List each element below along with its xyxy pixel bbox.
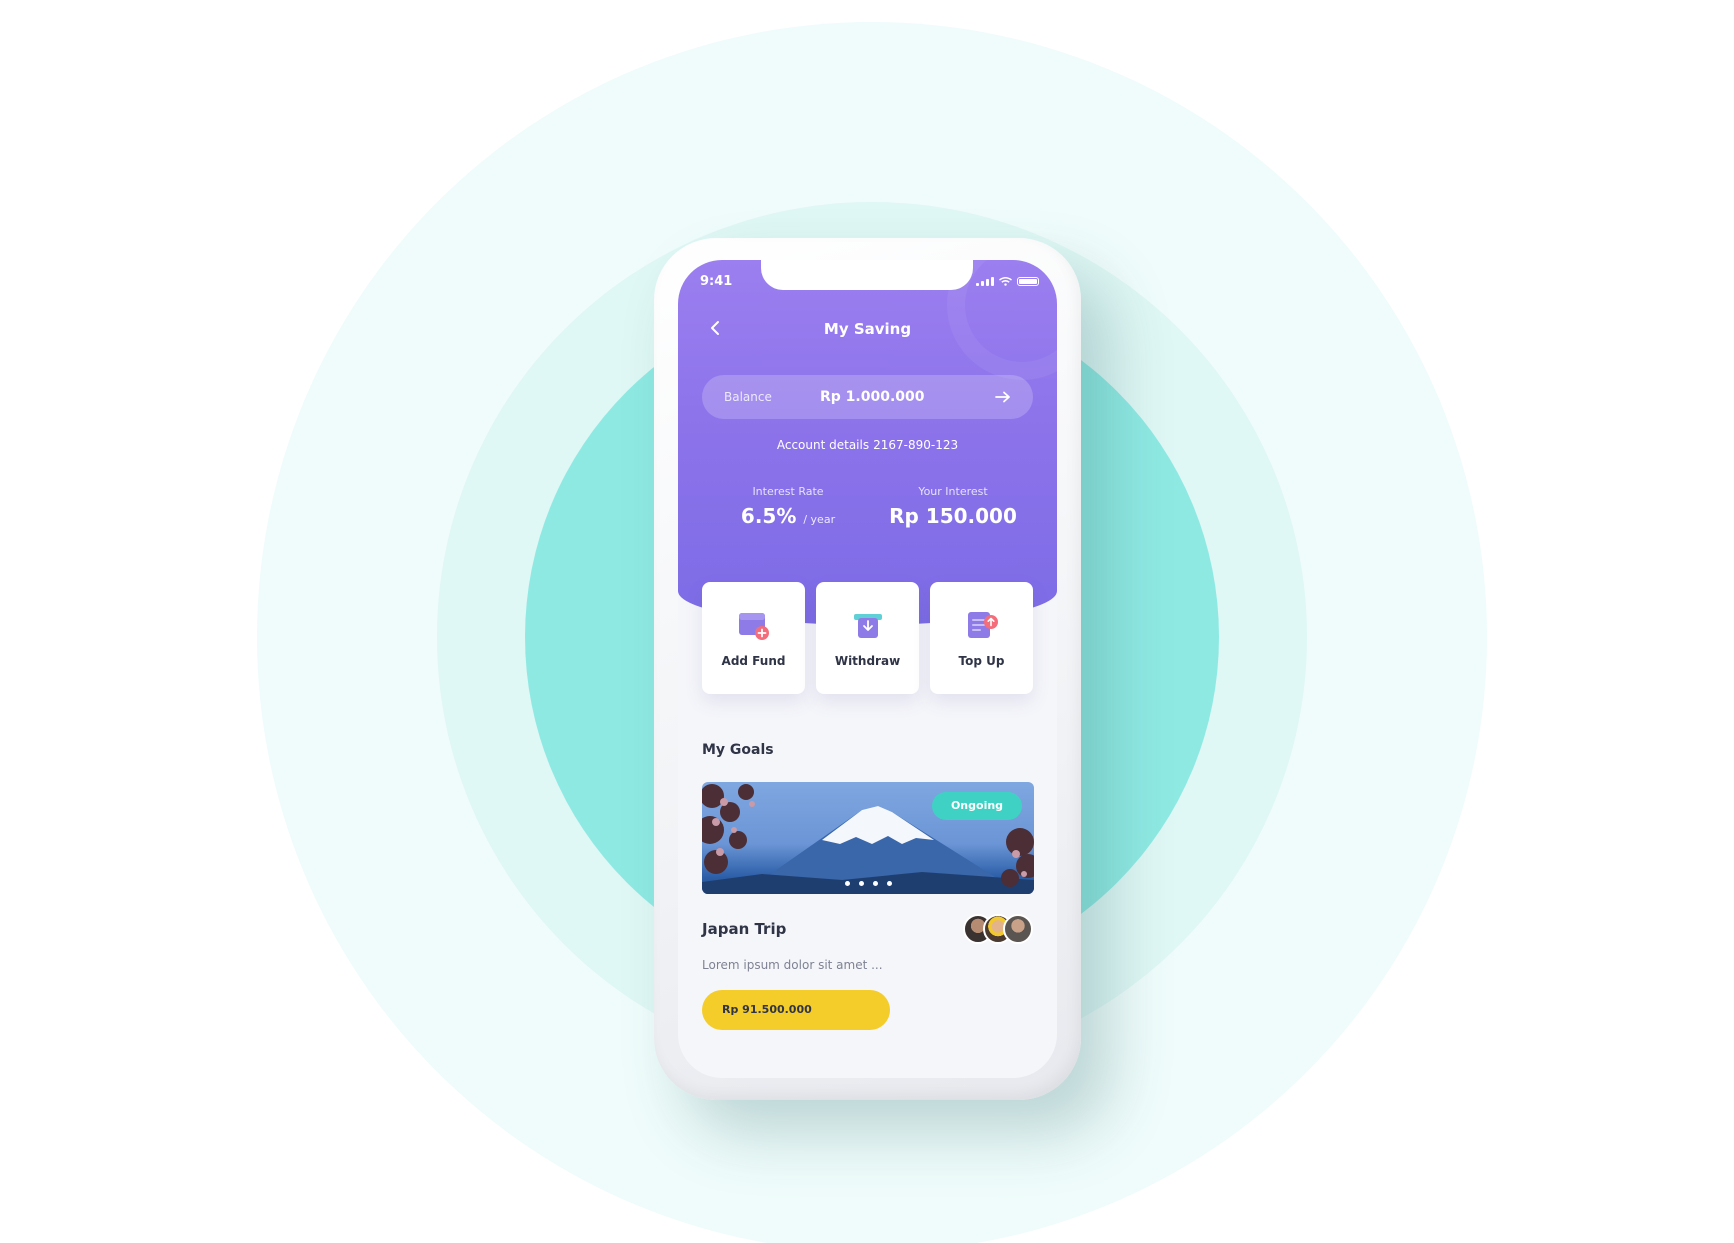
your-interest-label: Your Interest bbox=[918, 485, 988, 498]
phone-mockup: 9:41 My Saving Balance Rp 1.000.000 Acco… bbox=[654, 238, 1081, 1100]
add-fund-label: Add Fund bbox=[721, 654, 786, 668]
interest-rate-label: Interest Rate bbox=[752, 485, 824, 498]
balance-button[interactable]: Balance Rp 1.000.000 bbox=[702, 375, 1033, 419]
interest-rate-value-row: 6.5% / year bbox=[718, 504, 858, 528]
top-up-button[interactable]: Top Up bbox=[930, 582, 1033, 694]
action-cards: Add Fund Withdraw Top Up bbox=[702, 582, 1034, 694]
status-time: 9:41 bbox=[700, 274, 733, 289]
withdraw-icon bbox=[853, 614, 882, 638]
balance-value: Rp 1.000.000 bbox=[820, 389, 925, 405]
top-up-label: Top Up bbox=[958, 654, 1005, 668]
account-number: 2167-890-123 bbox=[873, 438, 959, 452]
withdraw-button[interactable]: Withdraw bbox=[816, 582, 919, 694]
carousel-dots[interactable] bbox=[702, 881, 1034, 886]
interest-rate-value: 6.5% bbox=[740, 504, 797, 528]
goal-description: Lorem ipsum dolor sit amet ... bbox=[702, 958, 883, 972]
cellular-signal-icon bbox=[976, 276, 994, 286]
battery-icon bbox=[1017, 276, 1039, 286]
account-details-label: Account details bbox=[776, 438, 870, 452]
goal-image-carousel[interactable]: Ongoing bbox=[702, 782, 1034, 894]
goal-members[interactable] bbox=[963, 914, 1033, 944]
goal-amount-button[interactable]: Rp 91.500.000 bbox=[702, 990, 890, 1030]
carousel-dot[interactable] bbox=[858, 881, 864, 886]
carousel-dot[interactable] bbox=[872, 881, 878, 886]
status-icons bbox=[976, 276, 1039, 286]
interest-rate-unit: / year bbox=[803, 513, 836, 526]
interest-rate: Interest Rate 6.5% / year bbox=[718, 485, 858, 528]
goal-name[interactable]: Japan Trip bbox=[702, 920, 786, 938]
page-title: My Saving bbox=[823, 320, 912, 338]
avatar bbox=[1003, 914, 1033, 944]
carousel-dot[interactable] bbox=[886, 881, 892, 886]
wifi-icon bbox=[999, 276, 1012, 286]
wallet-add-icon bbox=[738, 613, 769, 640]
arrow-right-icon bbox=[995, 391, 1010, 403]
top-up-icon bbox=[967, 612, 998, 638]
app-screen: 9:41 My Saving Balance Rp 1.000.000 Acco… bbox=[678, 260, 1057, 1078]
balance-label: Balance bbox=[724, 390, 772, 404]
carousel-dot[interactable] bbox=[844, 881, 850, 886]
your-interest: Your Interest Rp 150.000 bbox=[878, 485, 1028, 528]
phone-notch bbox=[761, 260, 973, 290]
add-fund-button[interactable]: Add Fund bbox=[702, 582, 805, 694]
ongoing-status-badge: Ongoing bbox=[932, 792, 1022, 820]
my-goals-title: My Goals bbox=[702, 742, 774, 758]
your-interest-value: Rp 150.000 bbox=[889, 504, 1017, 528]
account-details[interactable]: Account details 2167-890-123 bbox=[678, 438, 1057, 452]
withdraw-label: Withdraw bbox=[834, 654, 901, 668]
